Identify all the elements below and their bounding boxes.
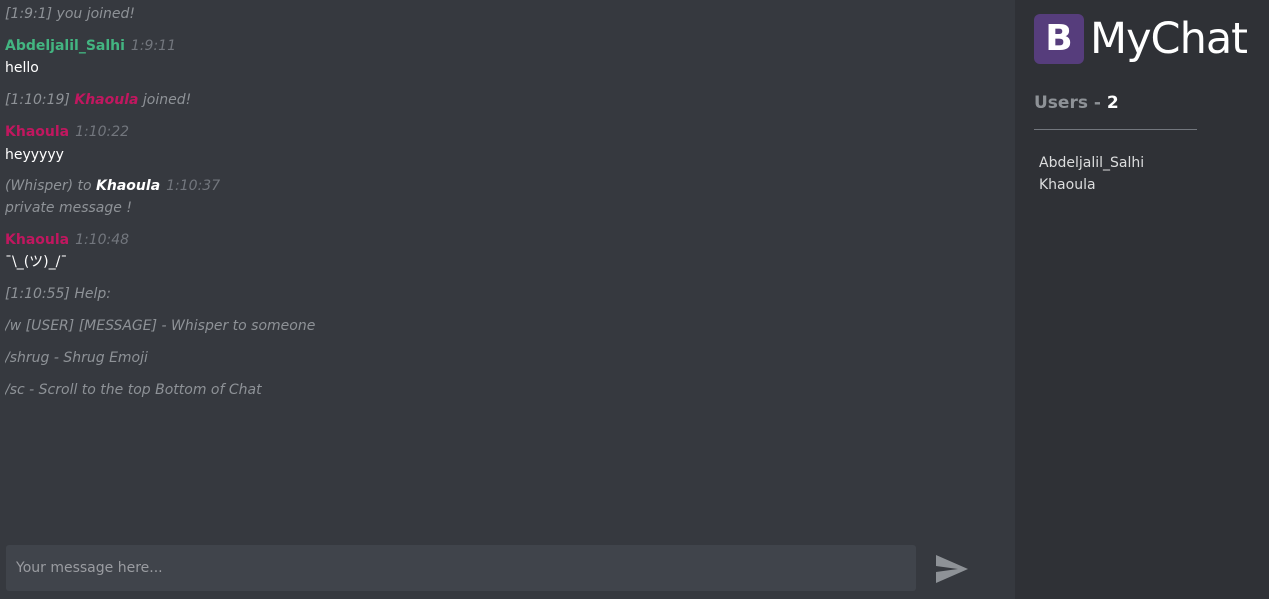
message-timestamp: 1:10:48 xyxy=(75,232,130,248)
user-list: Abdeljalil_Salhi Khaoula xyxy=(1039,152,1144,196)
join-suffix: joined! xyxy=(142,92,192,108)
message-list[interactable]: [1:9:1] you joined! Abdeljalil_Salhi 1:9:… xyxy=(5,0,1005,530)
system-message: /sc - Scroll to the top Bottom of Chat xyxy=(5,381,262,399)
message-timestamp: 1:10:22 xyxy=(75,124,130,140)
brand-name: MyChat xyxy=(1090,14,1248,64)
message-author[interactable]: Khaoula xyxy=(5,124,69,140)
message-timestamp: 1:9:11 xyxy=(130,38,176,54)
system-message: /shrug - Shrug Emoji xyxy=(5,349,148,367)
message-timestamp: 1:10:37 xyxy=(166,178,221,194)
join-message: [1:10:19] Khaoula joined! xyxy=(5,91,191,109)
message-header: Khaoula 1:10:22 xyxy=(5,123,129,141)
send-button[interactable] xyxy=(934,553,970,585)
users-heading: Users - 2 xyxy=(1034,93,1119,113)
message-header: Khaoula 1:10:48 xyxy=(5,231,129,249)
system-text: /sc - Scroll to the top Bottom of Chat xyxy=(5,382,262,398)
whisper-recipient[interactable]: Khaoula xyxy=(96,178,160,194)
whisper-body: private message ! xyxy=(5,200,132,216)
divider xyxy=(1034,129,1197,130)
users-count: 2 xyxy=(1106,93,1119,113)
user-list-item[interactable]: Khaoula xyxy=(1039,174,1144,196)
user-list-item[interactable]: Abdeljalil_Salhi xyxy=(1039,152,1144,174)
message-body: hello xyxy=(5,60,39,76)
system-text: /w [USER] [MESSAGE] - Whisper to someone xyxy=(5,318,316,334)
whisper-prefix: (Whisper) to xyxy=(5,178,92,194)
join-prefix: [1:10:19] xyxy=(5,92,70,108)
whisper-header: (Whisper) to Khaoula 1:10:37 xyxy=(5,177,220,195)
message-author[interactable]: Khaoula xyxy=(5,232,69,248)
message-body: heyyyyy xyxy=(5,147,64,163)
system-text: [1:9:1] you joined! xyxy=(5,6,136,22)
brand: B MyChat xyxy=(1034,12,1248,66)
logo-icon: B xyxy=(1034,14,1084,64)
chat-pane: [1:9:1] you joined! Abdeljalil_Salhi 1:9:… xyxy=(0,0,1015,599)
system-message: [1:10:55] Help: xyxy=(5,285,111,303)
system-message: [1:9:1] you joined! xyxy=(5,5,135,23)
message-composer xyxy=(6,545,916,591)
join-user[interactable]: Khaoula xyxy=(74,92,138,108)
system-text: /shrug - Shrug Emoji xyxy=(5,350,148,366)
message-input[interactable] xyxy=(6,545,916,591)
users-label: Users - xyxy=(1034,93,1101,113)
chat-app: [1:9:1] you joined! Abdeljalil_Salhi 1:9:… xyxy=(0,0,1269,599)
send-icon xyxy=(936,555,968,583)
message-header: Abdeljalil_Salhi 1:9:11 xyxy=(5,37,176,55)
message-body: ¯\_(ツ)_/¯ xyxy=(5,254,68,270)
sidebar: B MyChat Users - 2 Abdeljalil_Salhi Khao… xyxy=(1015,0,1269,599)
system-text: [1:10:55] Help: xyxy=(5,286,111,302)
message-author[interactable]: Abdeljalil_Salhi xyxy=(5,38,125,54)
system-message: /w [USER] [MESSAGE] - Whisper to someone xyxy=(5,317,315,335)
